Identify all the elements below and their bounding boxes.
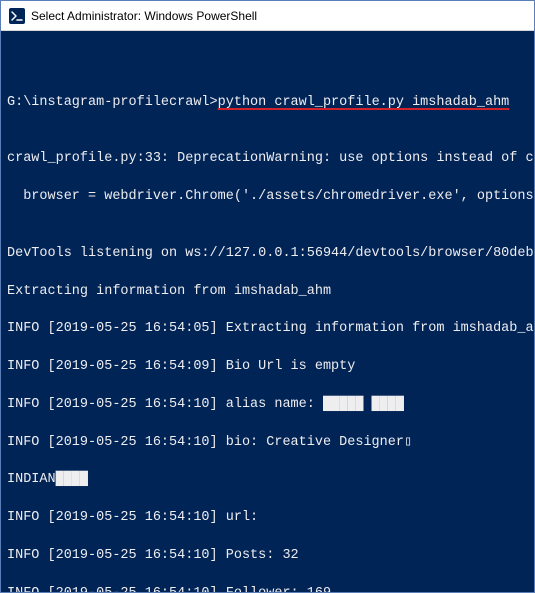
output-line: browser = webdriver.Chrome('./assets/chr…: [7, 188, 534, 207]
terminal-output[interactable]: G:\instagram-profilecrawl>python crawl_p…: [1, 31, 534, 592]
output-line: INFO [2019-05-25 16:54:05] Extracting in…: [7, 320, 534, 339]
window-title: Select Administrator: Windows PowerShell: [31, 9, 257, 23]
output-line: INDIAN████: [7, 471, 534, 490]
prompt-path: G:\instagram-profilecrawl>: [7, 95, 218, 110]
output-line: INFO [2019-05-25 16:54:10] alias name: █…: [7, 396, 534, 415]
output-line: INFO [2019-05-25 16:54:10] Follower: 169: [7, 585, 534, 592]
output-line: INFO [2019-05-25 16:54:10] url:: [7, 509, 534, 528]
output-line: crawl_profile.py:33: DeprecationWarning:…: [7, 150, 534, 169]
powershell-icon: [9, 8, 25, 24]
prompt-line: G:\instagram-profilecrawl>python crawl_p…: [7, 94, 534, 113]
output-line: INFO [2019-05-25 16:54:10] Posts: 32: [7, 547, 534, 566]
output-line: INFO [2019-05-25 16:54:09] Bio Url is em…: [7, 358, 534, 377]
blank-line: [7, 56, 534, 75]
prompt-command: python crawl_profile.py imshadab_ahm: [218, 95, 510, 110]
output-line: DevTools listening on ws://127.0.0.1:569…: [7, 245, 534, 264]
output-line: INFO [2019-05-25 16:54:10] bio: Creative…: [7, 434, 534, 453]
output-line: Extracting information from imshadab_ahm: [7, 283, 534, 302]
titlebar[interactable]: Select Administrator: Windows PowerShell: [1, 1, 534, 31]
